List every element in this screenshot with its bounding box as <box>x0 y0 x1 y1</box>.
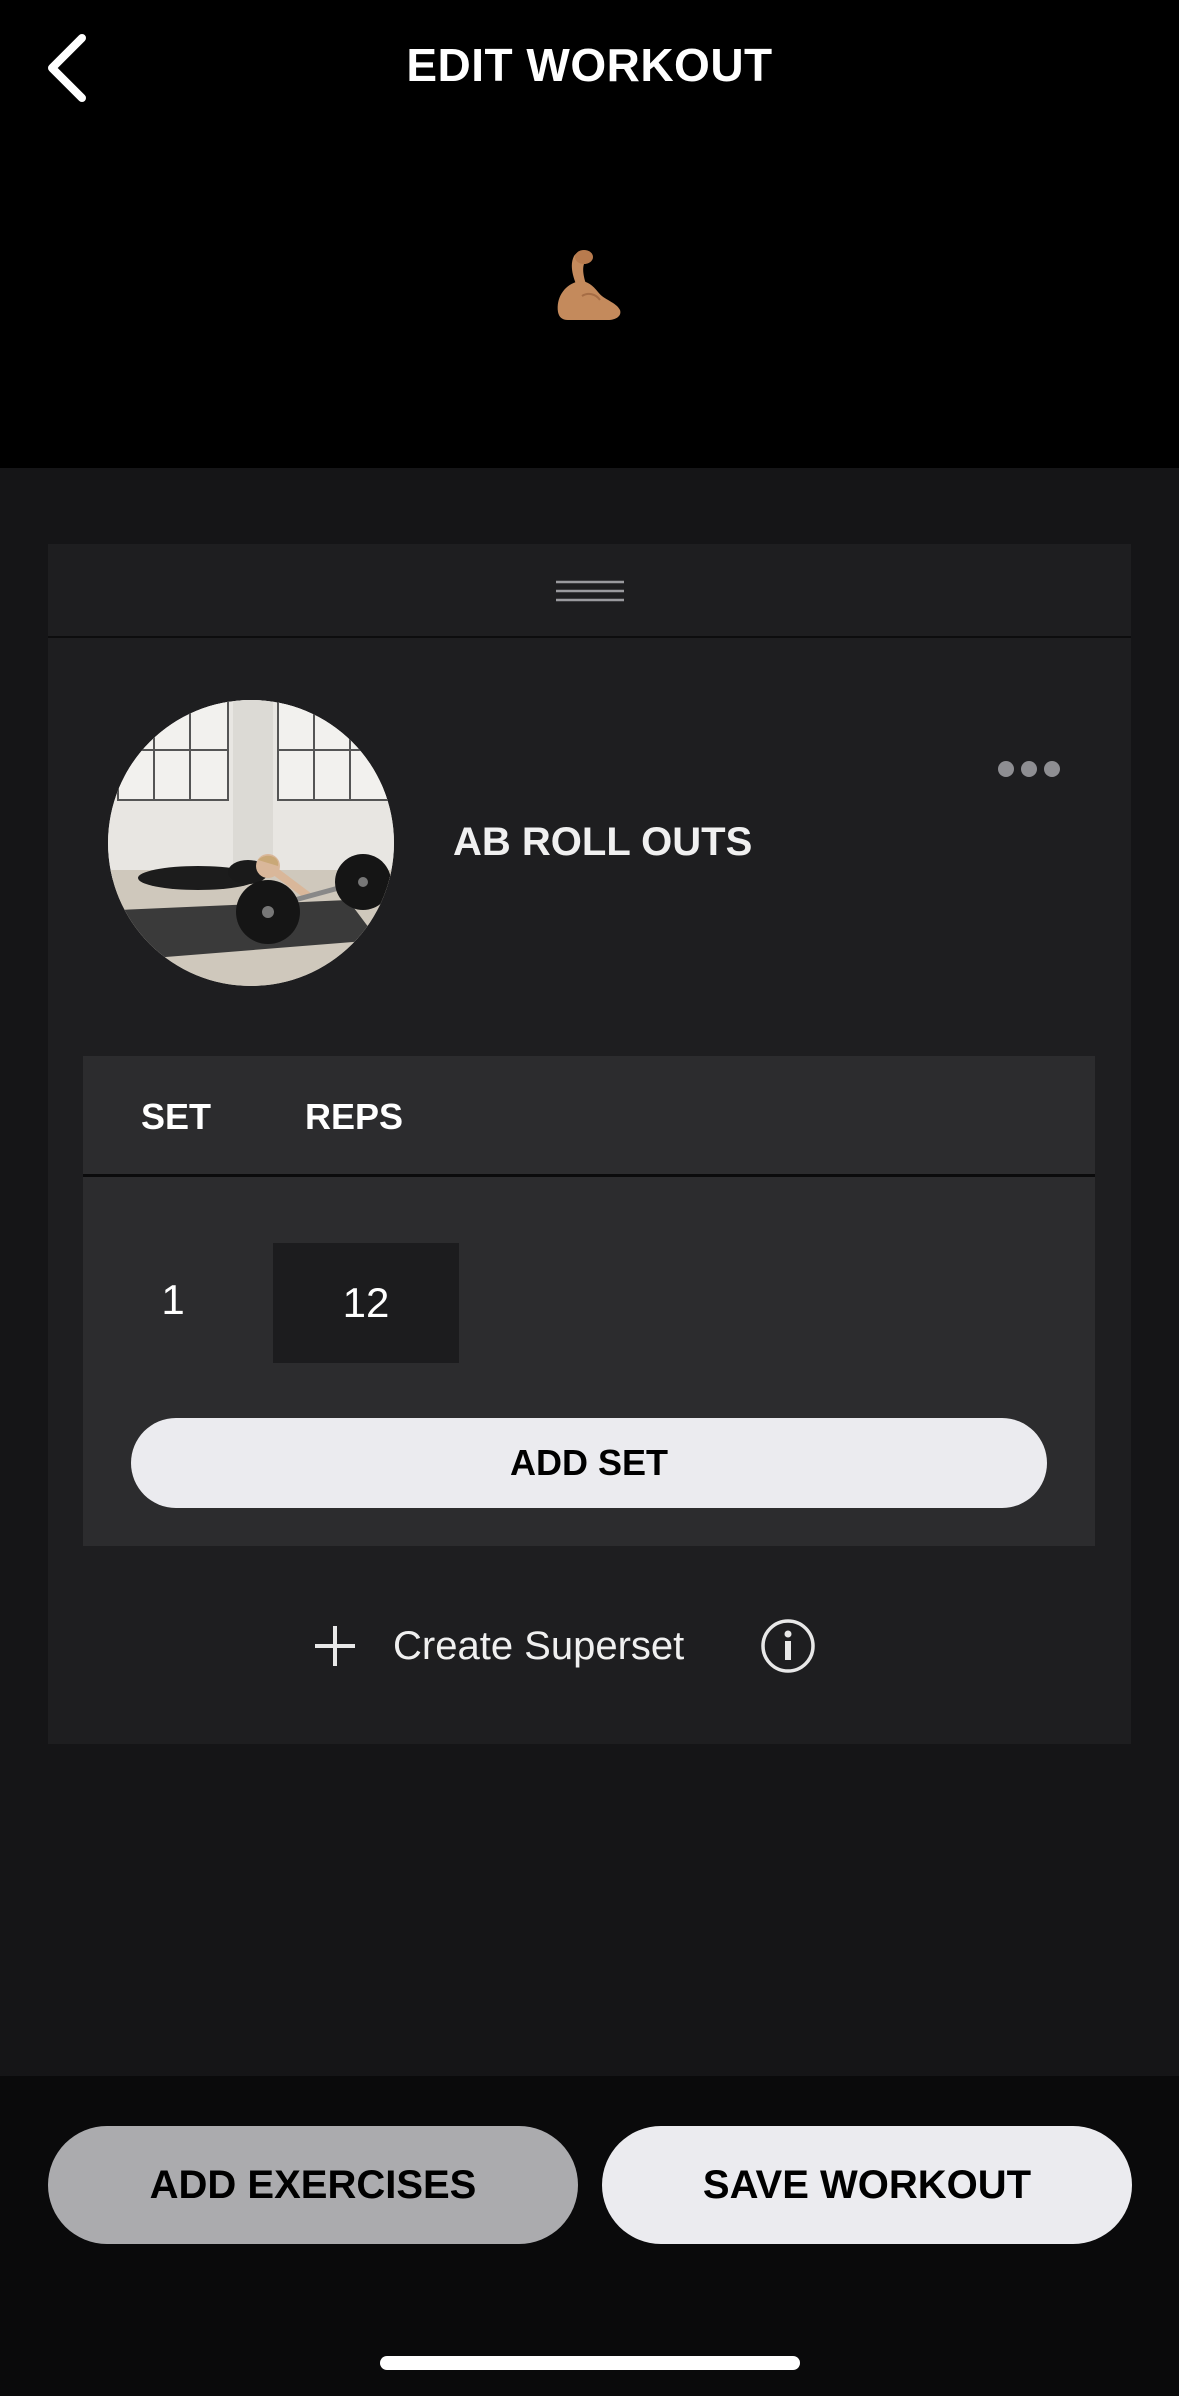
create-superset-row[interactable]: Create Superset <box>48 1614 1131 1684</box>
add-set-button[interactable]: ADD SET <box>131 1418 1047 1508</box>
more-options-button[interactable] <box>992 744 1066 794</box>
flexed-biceps-icon <box>554 248 624 322</box>
header: EDIT WORKOUT <box>0 0 1179 468</box>
set-number: 1 <box>161 1276 185 1323</box>
exercise-card: AB ROLL OUTS SET REPS 1 12 ADD SET Creat… <box>48 544 1131 1744</box>
column-header-reps: REPS <box>305 1096 404 1137</box>
page-title: EDIT WORKOUT <box>406 39 773 91</box>
save-workout-button[interactable]: SAVE WORKOUT <box>602 2126 1132 2244</box>
more-horizontal-icon <box>998 761 1060 777</box>
exercise-thumbnail[interactable] <box>108 700 394 986</box>
table-header: SET REPS <box>83 1056 1095 1177</box>
plus-icon <box>315 1626 355 1666</box>
create-superset-label[interactable]: Create Superset <box>393 1624 684 1669</box>
sets-table: SET REPS 1 12 ADD SET <box>83 1056 1095 1546</box>
reps-input[interactable]: 12 <box>273 1243 459 1363</box>
drag-handle-icon <box>556 580 624 602</box>
column-header-set: SET <box>141 1096 212 1137</box>
drag-bar[interactable] <box>48 544 1131 638</box>
footer: ADD EXERCISES SAVE WORKOUT <box>0 2076 1179 2396</box>
add-exercises-button[interactable]: ADD EXERCISES <box>48 2126 578 2244</box>
exercise-name: AB ROLL OUTS <box>453 820 753 864</box>
info-icon[interactable] <box>760 1618 816 1674</box>
home-indicator[interactable] <box>380 2356 800 2370</box>
